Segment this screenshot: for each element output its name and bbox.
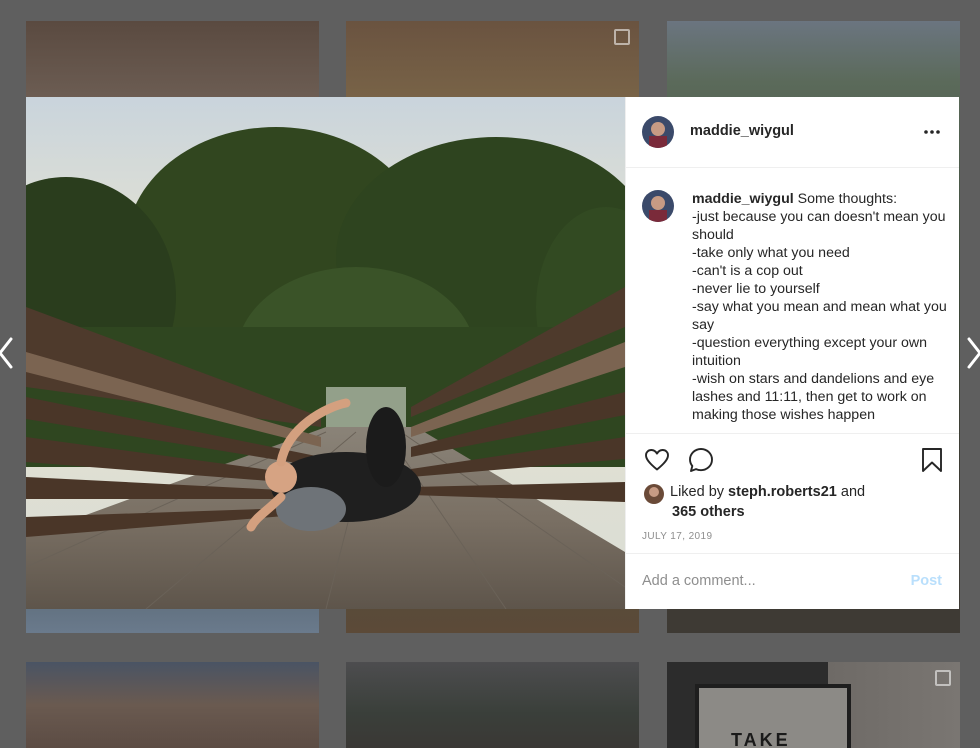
others-count-link[interactable]: 365 others [672, 502, 745, 522]
like-button[interactable] [643, 446, 671, 474]
post-photo[interactable] [26, 97, 625, 609]
more-options-button[interactable] [919, 120, 945, 144]
post-details-panel: maddie_wiygul maddie_wiygul Some thought… [625, 97, 959, 609]
chevron-left-icon [0, 337, 13, 369]
bookmark-icon [922, 448, 942, 472]
caption-line: -just because you can doesn't mean you s… [692, 209, 946, 243]
previous-post-button[interactable] [0, 336, 14, 370]
save-button[interactable] [918, 446, 946, 474]
post-modal: maddie_wiygul maddie_wiygul Some thought… [26, 97, 959, 609]
caption-username[interactable]: maddie_wiygul [692, 191, 794, 207]
sign-text: TAKE [731, 730, 791, 748]
chevron-right-icon [967, 337, 980, 369]
grid-thumbnail[interactable]: TAKE [667, 662, 960, 748]
liked-by-joiner: and [840, 484, 866, 500]
caption-line: Some thoughts: [797, 191, 898, 207]
next-post-button[interactable] [966, 336, 980, 370]
caption-line: -say what you mean and mean what you say [692, 299, 947, 333]
liker-username[interactable]: steph.roberts21 [728, 484, 837, 500]
post-date[interactable]: JULY 17, 2019 [642, 531, 712, 542]
multiple-photos-icon [614, 29, 630, 45]
caption-line: -can't is a cop out [692, 263, 803, 279]
multiple-photos-icon [935, 670, 951, 686]
comment-form: Post [626, 553, 959, 609]
post-author-username[interactable]: maddie_wiygul [690, 123, 794, 139]
post-header: maddie_wiygul [626, 97, 959, 168]
grid-thumbnail[interactable] [346, 662, 639, 748]
caption-line: -question everything except your own int… [692, 335, 928, 369]
grid-thumbnail[interactable] [26, 662, 319, 748]
liked-by-label: Liked by [670, 484, 725, 500]
avatar[interactable] [644, 484, 664, 504]
comment-button[interactable] [687, 446, 715, 474]
action-bar [626, 442, 959, 478]
caption-line: -wish on stars and dandelions and eye la… [692, 371, 935, 423]
avatar[interactable] [642, 190, 674, 222]
post-photo-image [26, 97, 625, 609]
post-caption: maddie_wiygul Some thoughts: -just becau… [692, 190, 952, 424]
comment-input[interactable] [642, 570, 882, 592]
heart-icon [645, 449, 669, 471]
more-options-icon [924, 130, 940, 134]
caption-line: -take only what you need [692, 245, 850, 261]
avatar[interactable] [642, 116, 674, 148]
post-comment-button[interactable]: Post [911, 573, 942, 589]
comment-bubble-icon [689, 448, 713, 472]
caption-section: maddie_wiygul Some thoughts: -just becau… [626, 168, 959, 434]
caption-line: -never lie to yourself [692, 281, 820, 297]
